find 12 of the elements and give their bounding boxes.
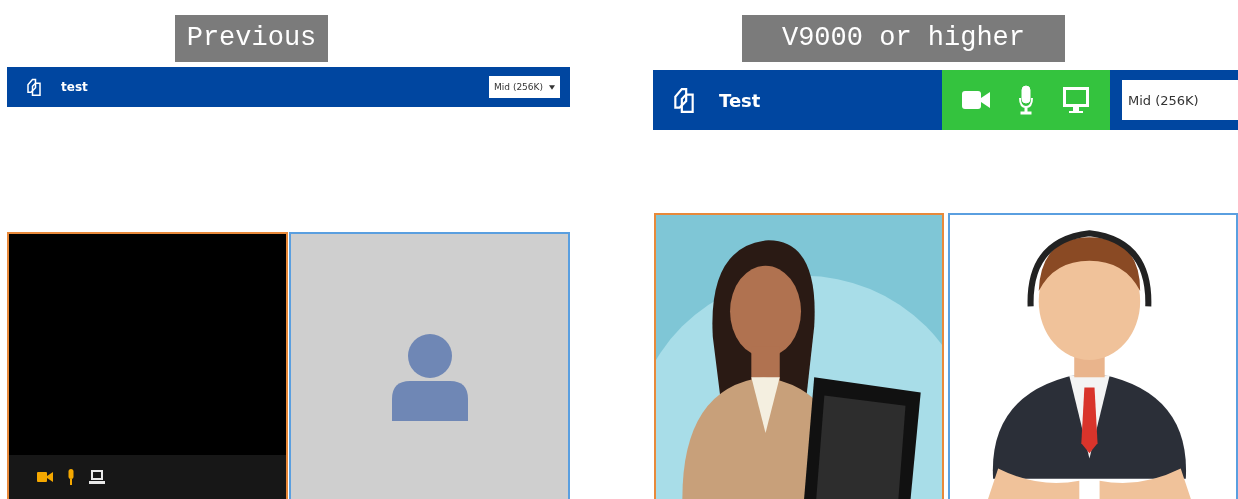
video-camera-icon[interactable] [37,470,53,484]
caption-label: V9000 or higher [742,15,1065,62]
conference-title: Test [719,89,761,111]
documents-icon [25,77,43,97]
conference-title: test [61,80,88,94]
quality-dropdown[interactable]: Mid (256K) [1122,80,1238,120]
caret-icon [549,84,555,90]
microphone-icon[interactable] [67,469,75,485]
laptop-icon[interactable] [89,470,105,484]
documents-icon [671,85,697,115]
caption-label: Previous [175,15,328,62]
quality-dropdown[interactable]: Mid (256K) [489,76,560,98]
